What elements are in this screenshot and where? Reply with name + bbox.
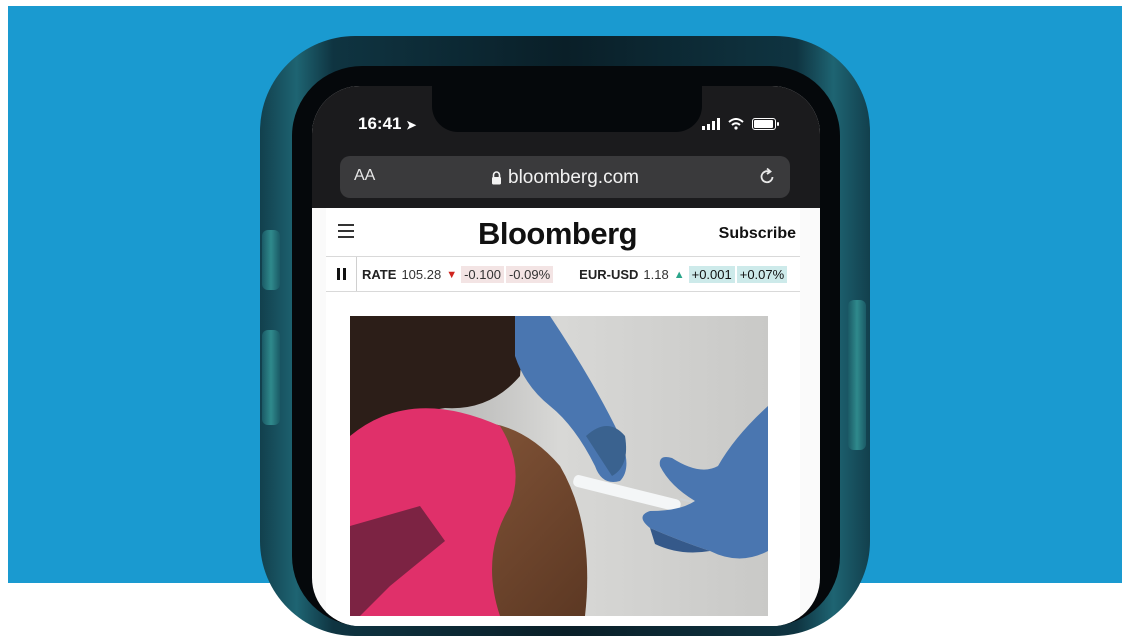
phone-side-button <box>262 330 280 425</box>
url-display[interactable]: bloomberg.com <box>340 167 790 189</box>
browser-toolbar: AA bloomberg.com <box>312 146 820 208</box>
reload-icon[interactable] <box>756 165 778 187</box>
ticker-change: -0.100 <box>461 266 504 283</box>
location-arrow-icon: ➤ <box>406 118 417 132</box>
ticker-name[interactable]: RATE <box>362 267 396 282</box>
url-text: bloomberg.com <box>508 167 639 188</box>
phone-screen: 16:41 ➤ AA bloomberg.com Bloomberg Subsc… <box>312 86 820 626</box>
camera-notch <box>432 86 702 132</box>
ticker-value: 105.28 <box>401 267 442 282</box>
ticker-change-pct: +0.07% <box>736 266 788 283</box>
phone-side-button <box>262 230 280 290</box>
market-ticker: RATE 105.28 ▼ -0.100 -0.09% EUR-USD 1.18… <box>326 257 800 292</box>
ticker-change: +0.001 <box>688 266 735 283</box>
ticker-value: 1.18 <box>643 267 669 282</box>
address-bar[interactable]: AA bloomberg.com <box>340 156 790 198</box>
status-time: 16:41 ➤ <box>358 114 416 134</box>
article-area <box>326 292 800 626</box>
battery-icon <box>752 118 779 130</box>
subscribe-link[interactable]: Subscribe <box>719 225 796 243</box>
ticker-name[interactable]: EUR-USD <box>579 267 638 282</box>
status-time-label: 16:41 <box>358 114 402 133</box>
phone-side-button <box>848 300 866 450</box>
cellular-signal-icon <box>702 118 720 130</box>
wifi-icon <box>728 118 744 130</box>
up-arrow-icon: ▲ <box>673 268 685 281</box>
vaccination-photo <box>350 316 768 616</box>
ticker-change-pct: -0.09% <box>505 266 554 283</box>
lock-icon <box>492 171 502 185</box>
pause-icon[interactable] <box>326 257 357 291</box>
down-arrow-icon: ▼ <box>446 268 458 281</box>
site-logo[interactable]: Bloomberg <box>478 216 638 252</box>
site-header: Bloomberg Subscribe <box>326 208 800 257</box>
article-image[interactable] <box>350 316 768 616</box>
ticker-row: RATE 105.28 ▼ -0.100 -0.09% EUR-USD 1.18… <box>362 266 789 283</box>
hamburger-menu-icon[interactable] <box>338 224 354 242</box>
status-icons <box>702 118 779 130</box>
